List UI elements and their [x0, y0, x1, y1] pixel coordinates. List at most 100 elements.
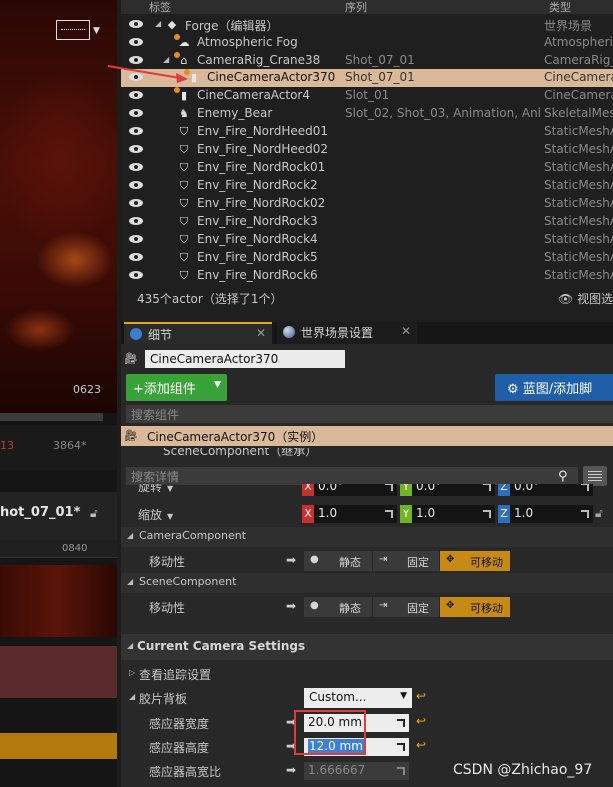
sequencer-ruler[interactable] [0, 540, 117, 558]
eye-icon[interactable] [129, 144, 143, 154]
collapse-triangle-icon[interactable]: ◢ [155, 19, 161, 28]
collapse-triangle-icon[interactable]: ◢ [163, 55, 169, 64]
outliner-row[interactable]: ⛉ Env_Fire_NordHeed01 StaticMeshA [121, 123, 613, 141]
eye-icon[interactable] [129, 37, 143, 47]
outliner-row[interactable]: ⛉ Env_Fire_NordRock01 StaticMeshA [121, 159, 613, 177]
outliner-row[interactable]: ⛉ Env_Fire_NordRock5 StaticMeshA [121, 249, 613, 267]
mobility-stationary-button[interactable]: ⇥ 固定 [373, 551, 439, 571]
search-components-input[interactable]: 搜索组件 [126, 405, 613, 423]
chevron-down-icon: ▼ [400, 691, 407, 701]
search-icon[interactable]: ⚲ [558, 469, 568, 484]
mobility-movable-button[interactable]: ✥ 可移动 [440, 551, 510, 571]
column-label[interactable]: 标签 [149, 0, 171, 15]
sensor-height-row: 感应器高度 ➡︎ 12.0 mm ↩︎ [121, 735, 613, 759]
camera-component-header[interactable]: ◢ CameraComponent [121, 527, 613, 547]
close-icon[interactable]: ✕ [256, 326, 266, 340]
eye-icon[interactable] [129, 126, 143, 136]
tab-world-settings-label: 世界场景设置 [301, 326, 374, 340]
mobility-static-button[interactable]: ● 静态 [304, 551, 372, 571]
eye-icon[interactable] [129, 234, 143, 244]
outliner-row[interactable]: ▮ CineCameraActor370 Shot_07_01 CineCameraA [121, 69, 613, 87]
scene-component-header[interactable]: ◢ SceneComponent [121, 573, 613, 593]
scene-component-label: SceneComponent（继承） [163, 448, 318, 458]
component-instance-row[interactable]: 🎥︎ CineCameraActor370（实例） [121, 426, 613, 446]
outliner-row[interactable]: ◢ ◆ Forge（编辑器） 世界场景 [121, 16, 613, 34]
outliner-row[interactable]: ⛉ Env_Fire_NordRock6 StaticMeshA [121, 267, 613, 285]
eye-icon[interactable] [129, 90, 143, 100]
actor-name-field[interactable] [145, 350, 345, 368]
eye-icon[interactable] [129, 162, 143, 172]
outliner-row[interactable]: ⛉ Env_Fire_NordRock4 StaticMeshA [121, 231, 613, 249]
lock-icon[interactable]: 🔓︎ [90, 506, 98, 521]
outliner-row[interactable]: ☁ Atmospheric Fog Atmospheric [121, 34, 613, 52]
view-options-grid-icon[interactable] [583, 466, 607, 486]
eye-icon[interactable] [129, 252, 143, 262]
outliner-row[interactable]: ◢ ⌂ CameraRig_Crane38 Shot_07_01 CameraRig_C [121, 52, 613, 70]
reset-arrow-icon[interactable]: ➡︎ [286, 553, 296, 567]
reset-to-default-icon[interactable]: ↩︎ [416, 738, 426, 752]
shot-track-thumbnail[interactable] [0, 565, 117, 637]
outliner-row[interactable]: ⛉ Env_Fire_NordHeed02 StaticMeshA [121, 141, 613, 159]
view-options-button[interactable]: 👁︎ 视图选 [558, 290, 613, 307]
outliner-row[interactable]: ⛉ Env_Fire_NordRock3 StaticMeshA [121, 213, 613, 231]
watermark: CSDN @Zhichao_97 [453, 762, 593, 778]
rotation-z-field[interactable]: Z 0.0° [498, 484, 593, 496]
outliner-row[interactable]: ⛉ Env_Fire_NordRock02 StaticMeshA [121, 195, 613, 213]
scale-label[interactable]: 缩放 ▼ [138, 506, 173, 523]
eye-icon[interactable] [129, 216, 143, 226]
eye-icon[interactable] [129, 108, 143, 118]
chevron-down-icon[interactable]: ▼ [93, 26, 100, 36]
eye-icon[interactable] [129, 72, 143, 82]
camera-icon: 🎥︎ [124, 352, 138, 365]
mobility-movable-button[interactable]: ✥ 可移动 [440, 597, 510, 617]
reset-to-default-icon[interactable]: ↩︎ [416, 714, 426, 728]
column-sequence[interactable]: 序列 [345, 0, 367, 15]
tab-details[interactable]: 细节 ✕ [124, 322, 272, 344]
outliner-row[interactable]: ♞ Enemy_Bear Slot_02, Shot_03, Animation, … [121, 105, 613, 123]
scale-y-field[interactable]: Y 1.0 [400, 505, 495, 523]
eye-icon[interactable] [129, 19, 143, 29]
add-component-button[interactable]: +添加组件 ▼ [126, 374, 227, 401]
selected-track[interactable] [0, 733, 117, 759]
eye-icon[interactable] [129, 198, 143, 208]
camera-settings-header[interactable]: ◢ Current Camera Settings [121, 634, 613, 660]
blueprint-script-button[interactable]: ⚙︎ 蓝图/添加脚 [495, 374, 613, 401]
rotation-y-field[interactable]: Y 0.0° [400, 484, 495, 496]
filmback-preset-select[interactable]: Custom... ▼ [304, 688, 412, 708]
aspect-ratio-label: 感应器高宽比 [149, 765, 222, 779]
tab-world-settings[interactable]: 世界场景设置 ✕ [277, 322, 417, 344]
actor-name: Env_Fire_NordRock5 [197, 250, 318, 264]
viewport-scrollbar[interactable] [0, 413, 103, 421]
lookat-tracking-row[interactable]: ▷ 查看追踪设置 [121, 662, 613, 686]
outliner-row[interactable]: ▮ CineCameraActor4 Slot_01 CineCameraA [121, 87, 613, 105]
shot-track[interactable] [0, 646, 117, 698]
sensor-height-label: 感应器高度 [149, 741, 210, 755]
camera-settings-title: Current Camera Settings [137, 639, 306, 653]
eye-icon[interactable] [129, 180, 143, 190]
rotation-label[interactable]: 旋转 ▼ [138, 484, 173, 495]
rotation-x-field[interactable]: X 0.0° [302, 484, 397, 496]
search-details-input[interactable]: 搜索详情 [126, 467, 578, 485]
level-viewport[interactable] [0, 0, 117, 413]
sensor-width-row: 感应器宽度 ➡︎ 20.0 mm ↩︎ [121, 711, 613, 735]
blueprint-label: 蓝图/添加脚 [522, 382, 593, 397]
reset-arrow-icon[interactable]: ➡︎ [286, 599, 296, 613]
eye-icon[interactable] [129, 55, 143, 65]
scale-z-field[interactable]: Z 1.0 [498, 505, 593, 523]
mobility-static-button[interactable]: ● 静态 [304, 597, 372, 617]
collapse-triangle-icon[interactable]: ◢ [129, 692, 135, 701]
close-icon[interactable]: ✕ [401, 324, 411, 338]
reset-to-default-icon[interactable]: ↩︎ [416, 689, 426, 703]
scene-component-row[interactable]: SceneComponent（继承） [121, 448, 613, 462]
mobility-stationary-button[interactable]: ⇥ 固定 [373, 597, 439, 617]
scale-x-field[interactable]: X 1.0 [302, 505, 397, 523]
outliner-row[interactable]: ⛉ Env_Fire_NordRock2 StaticMeshA [121, 177, 613, 195]
viewport-layout-icon[interactable] [56, 20, 90, 40]
mesh-icon: ⛉ [179, 197, 189, 210]
lock-icon[interactable]: 🔓︎ [595, 506, 603, 521]
eye-icon[interactable] [129, 270, 143, 280]
mesh-icon: ⛉ [179, 269, 189, 282]
timeline-red-marker: 13 [0, 439, 14, 452]
column-type[interactable]: 类型 [549, 0, 571, 15]
actor-name: Env_Fire_NordRock2 [197, 178, 318, 192]
